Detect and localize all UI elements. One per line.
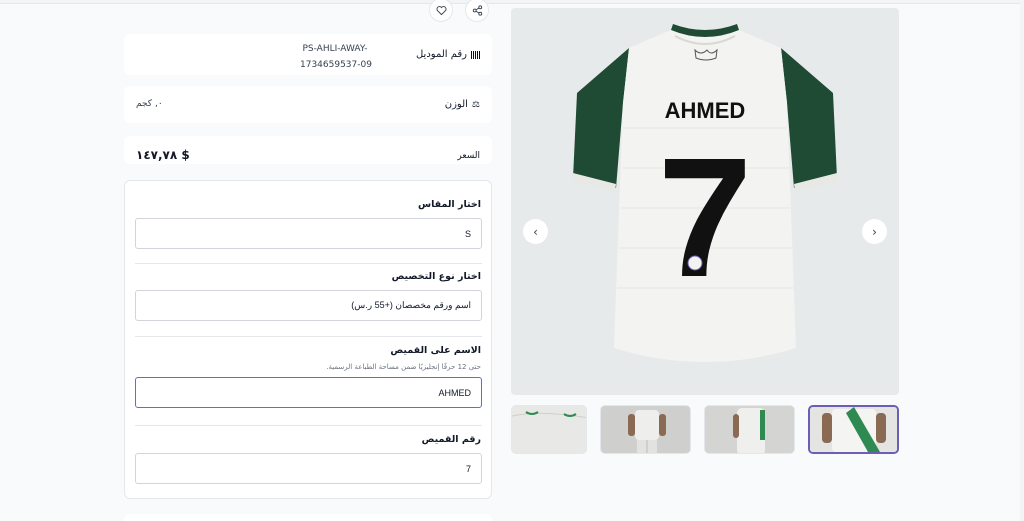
next-card	[124, 514, 492, 521]
model-number-value: PS-AHLI-AWAY- 1734659537-09	[300, 44, 372, 70]
customization-form: اختار المقاس S اختار نوع التخصيص اسم ورق…	[124, 180, 492, 499]
weight-value: ٠, كجم	[136, 99, 163, 109]
scale-icon: ⚖	[471, 99, 480, 110]
share-icon	[472, 4, 482, 16]
chevron-right-icon: ›	[872, 224, 877, 239]
shirt-name-hint: حتى 12 حرفًا إنجليزيًا ضمن مساحة الطباعة…	[326, 363, 481, 371]
share-button[interactable]	[465, 0, 489, 22]
chevron-left-icon: ‹	[533, 224, 538, 239]
thumbnail-image	[810, 407, 897, 452]
divider	[135, 263, 482, 264]
model-number-row: رقم الموديل	[416, 49, 480, 60]
model-number-label: رقم الموديل	[415, 49, 467, 60]
divider	[135, 425, 482, 426]
shirt-number-label: رقم القميص	[421, 434, 481, 445]
thumbnail-4[interactable]	[808, 405, 899, 454]
top-border	[0, 0, 1024, 4]
product-image[interactable]: AHMED 7 ‹ ›	[511, 8, 899, 395]
heart-icon	[436, 5, 446, 15]
divider	[135, 336, 482, 337]
thumbnail-2[interactable]	[600, 405, 691, 454]
jersey-number-text: 7	[658, 123, 753, 313]
thumbnail-image	[705, 406, 794, 453]
gallery-next-button[interactable]: ›	[862, 219, 887, 244]
price-card: السعر $ ١٤٧,٧٨	[124, 136, 492, 164]
barcode-icon	[471, 50, 480, 59]
size-label: اختار المقاس	[417, 199, 481, 210]
scrollbar[interactable]	[1020, 0, 1024, 521]
thumbnail-image	[512, 406, 586, 453]
thumbnail-1[interactable]	[511, 405, 587, 454]
weight-card: ⚖ الوزن ٠, كجم	[124, 86, 492, 123]
favorite-button[interactable]	[429, 0, 453, 22]
model-number-card: رقم الموديل PS-AHLI-AWAY- 1734659537-09	[124, 34, 492, 75]
price-value: $ ١٤٧,٧٨	[136, 148, 190, 162]
shirt-name-input[interactable]: AHMED	[135, 377, 482, 408]
shirt-number-input[interactable]: 7	[135, 453, 482, 484]
weight-label: الوزن	[444, 99, 468, 110]
customization-type-select[interactable]: اسم ورقم مخصصان (+55 ر.س)	[135, 290, 482, 321]
size-select[interactable]: S	[135, 218, 482, 249]
weight-row: ⚖ الوزن	[445, 99, 480, 110]
shirt-name-label: الاسم على القميص	[390, 345, 481, 356]
jersey-name-text: AHMED	[665, 98, 746, 123]
jersey-image: AHMED 7	[573, 24, 837, 362]
thumbnail-3[interactable]	[704, 405, 795, 454]
gallery-prev-button[interactable]: ‹	[523, 219, 548, 244]
customization-type-label: اختار نوع التخصيص	[391, 271, 481, 282]
price-label: السعر	[457, 151, 480, 161]
thumbnail-image	[601, 406, 690, 453]
